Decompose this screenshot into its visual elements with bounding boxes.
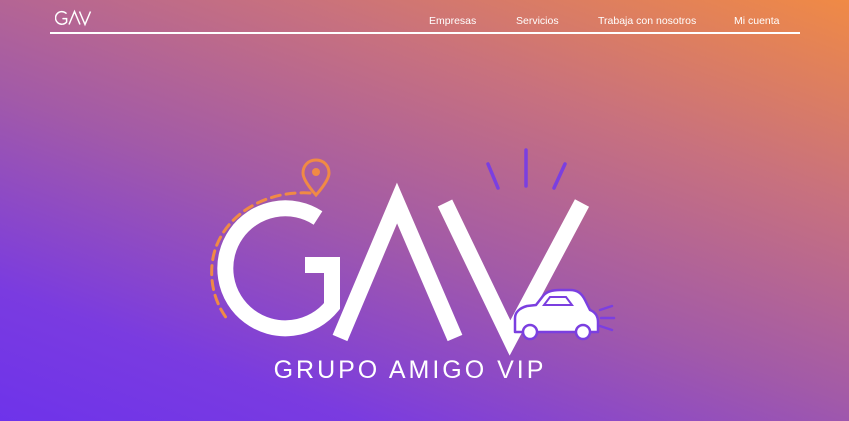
nav-link-trabaja-con-nosotros[interactable]: Trabaja con nosotros [598, 15, 696, 27]
hero-tagline: GRUPO AMIGO VIP [273, 356, 547, 384]
sparkle-lines-icon [486, 148, 567, 190]
main-nav: Empresas Servicios Trabaja con nosotros … [50, 15, 800, 29]
header-divider [50, 32, 800, 34]
logo-letter-g [217, 200, 340, 337]
logo-letter-a [332, 182, 463, 342]
top-navigation-bar: Empresas Servicios Trabaja con nosotros … [50, 0, 800, 34]
nav-link-mi-cuenta[interactable]: Mi cuenta [734, 15, 780, 27]
nav-link-empresas[interactable]: Empresas [429, 15, 476, 27]
location-pin-icon [301, 158, 331, 198]
nav-link-servicios[interactable]: Servicios [516, 15, 559, 27]
